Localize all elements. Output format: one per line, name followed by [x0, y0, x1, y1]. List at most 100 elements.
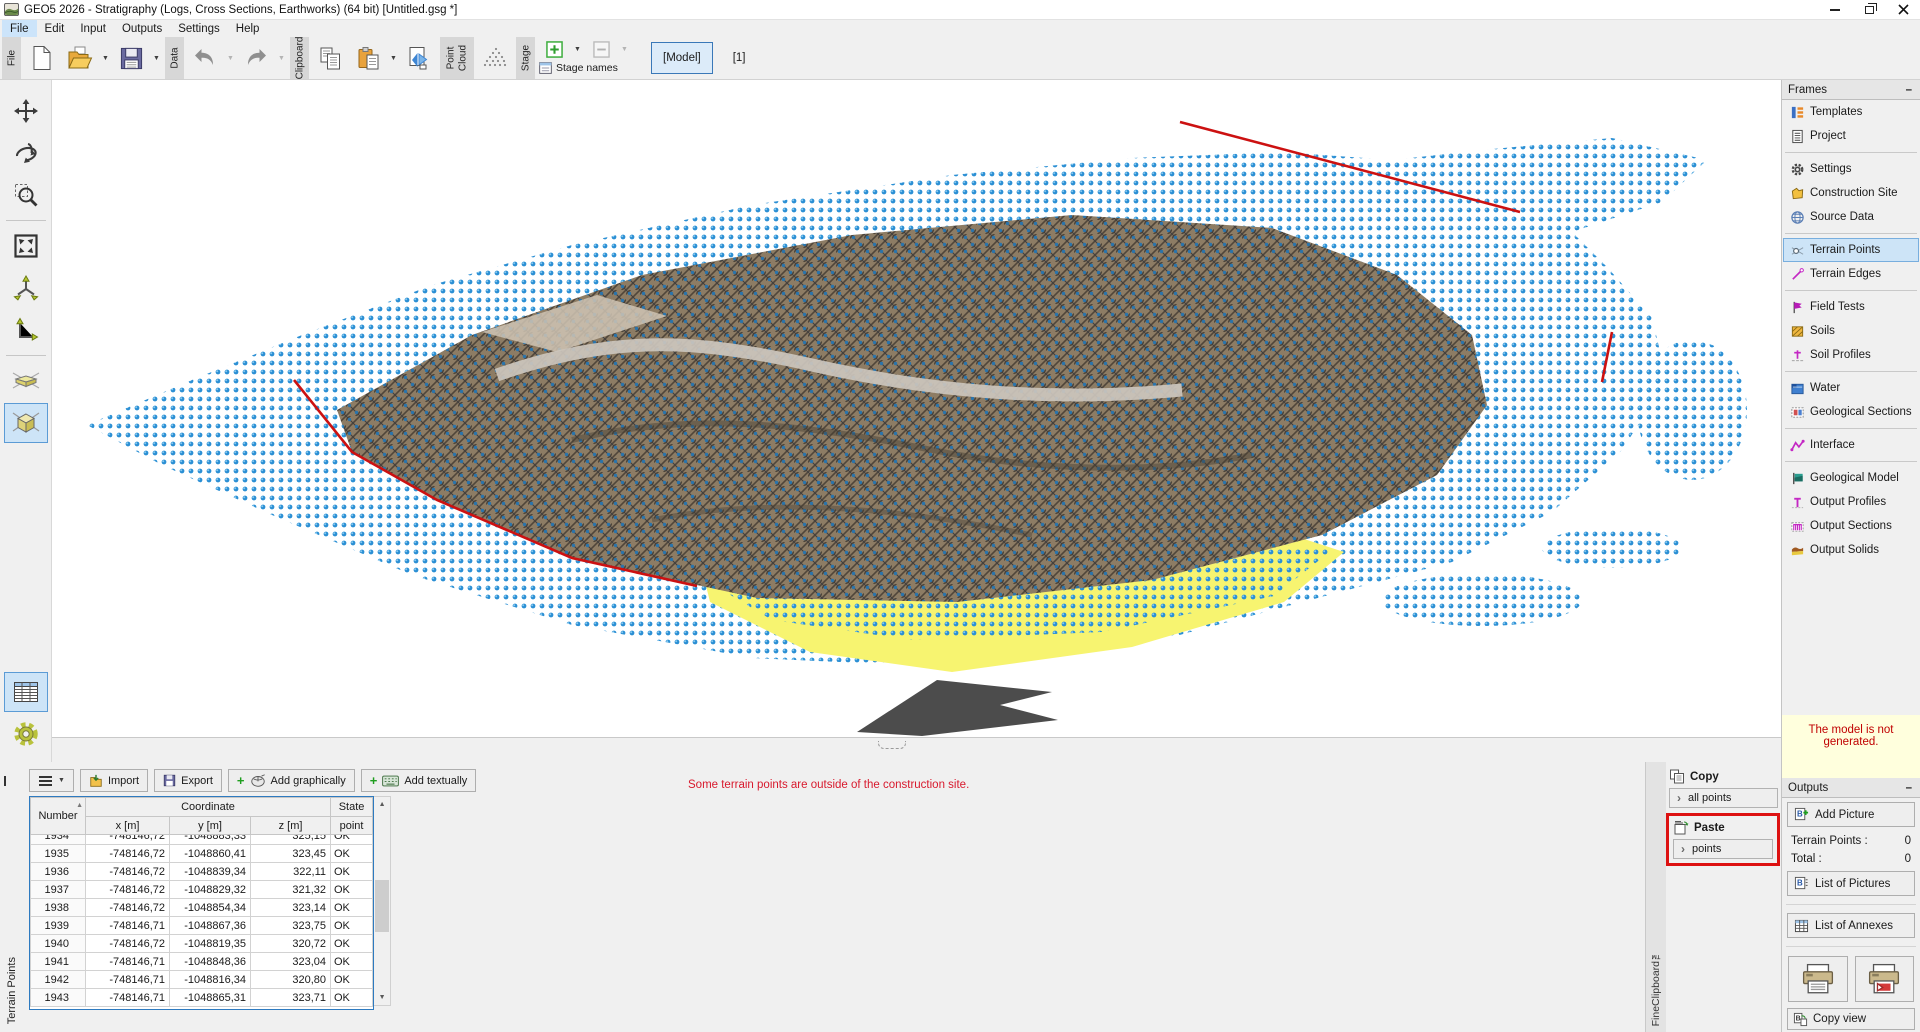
- frames-item-output-profiles[interactable]: Output Profiles: [1783, 490, 1919, 514]
- axes-3d-button[interactable]: [4, 268, 48, 308]
- table-row[interactable]: 1934 -748146,72 -1048883,33 325,15 OK: [31, 835, 373, 845]
- paste-dropdown[interactable]: ▼: [387, 37, 400, 79]
- scrollbar-thumb[interactable]: [375, 880, 389, 932]
- axes-2d-button[interactable]: [4, 310, 48, 350]
- list-of-annexes-button[interactable]: List of Annexes: [1787, 913, 1915, 938]
- menu-file[interactable]: File: [2, 20, 37, 37]
- table-row[interactable]: 1935 -748146,72 -1048860,41 323,45 OK: [31, 845, 373, 863]
- redo-dropdown[interactable]: ▼: [275, 37, 288, 79]
- paste-special-button[interactable]: [400, 37, 438, 79]
- panel-grip[interactable]: [4, 776, 6, 786]
- panel-minimize-icon[interactable]: –: [1906, 84, 1914, 96]
- frames-item-output-sections[interactable]: Output Sections: [1783, 514, 1919, 538]
- frames-item-soil-profiles[interactable]: Soil Profiles: [1783, 343, 1919, 367]
- axonometry-view-button[interactable]: [4, 403, 48, 443]
- add-picture-button[interactable]: B Add Picture: [1787, 802, 1915, 827]
- stage-names-toggle[interactable]: Stage names: [539, 59, 631, 77]
- add-graphically-button[interactable]: + Add graphically: [228, 769, 355, 792]
- table-row[interactable]: 1943 -748146,71 -1048865,31 323,71 OK: [31, 989, 373, 1007]
- table-row[interactable]: 1937 -748146,72 -1048829,32 321,32 OK: [31, 881, 373, 899]
- stage-1-tab[interactable]: [1]: [733, 52, 746, 64]
- pan-button[interactable]: [4, 91, 48, 131]
- add-stage-dropdown[interactable]: ▼: [571, 46, 584, 53]
- frames-item-geological-model[interactable]: Geological Model: [1783, 466, 1919, 490]
- frames-item-project[interactable]: Project: [1783, 124, 1919, 148]
- paste-button[interactable]: [349, 37, 387, 79]
- close-button[interactable]: [1886, 0, 1920, 19]
- frames-item-field-tests[interactable]: Field Tests: [1783, 295, 1919, 319]
- list-options-button[interactable]: ▼: [29, 769, 74, 792]
- horizontal-splitter[interactable]: [52, 737, 1781, 762]
- paste-points-button[interactable]: › points: [1673, 839, 1773, 859]
- table-row[interactable]: 1942 -748146,71 -1048816,34 320,80 OK: [31, 971, 373, 989]
- export-button[interactable]: Export: [154, 769, 222, 792]
- open-file-button[interactable]: [61, 37, 99, 79]
- scrollbar-track[interactable]: [374, 812, 390, 990]
- menu-edit[interactable]: Edit: [37, 20, 73, 37]
- terrain-points-count: Terrain Points : 0: [1782, 831, 1920, 849]
- frames-item-construction-site[interactable]: Construction Site: [1783, 181, 1919, 205]
- table-row[interactable]: 1939 -748146,71 -1048867,36 323,75 OK: [31, 917, 373, 935]
- frames-item-geological-sections[interactable]: Geological Sections: [1783, 400, 1919, 424]
- table-row[interactable]: 1941 -748146,71 -1048848,36 323,04 OK: [31, 953, 373, 971]
- copy-view-button[interactable]: B Copy view: [1787, 1008, 1915, 1030]
- column-header-number[interactable]: Number ▲: [31, 798, 86, 835]
- column-header-x[interactable]: x [m]: [86, 817, 170, 835]
- menu-settings[interactable]: Settings: [170, 20, 228, 37]
- frames-item-templates[interactable]: Templates: [1783, 100, 1919, 124]
- list-of-pictures-button[interactable]: B List of Pictures: [1787, 871, 1915, 896]
- print-button[interactable]: [1788, 956, 1848, 1002]
- perspective-view-button[interactable]: [4, 361, 48, 401]
- table-view-button[interactable]: [4, 672, 48, 712]
- save-dropdown[interactable]: ▼: [150, 37, 163, 79]
- column-header-y[interactable]: y [m]: [170, 817, 251, 835]
- menu-help[interactable]: Help: [228, 20, 268, 37]
- panel-minimize-icon[interactable]: –: [1906, 782, 1914, 794]
- column-header-point[interactable]: point: [331, 817, 373, 835]
- terrain-3d-viewport[interactable]: [52, 80, 1781, 737]
- minimize-button[interactable]: [1818, 0, 1852, 19]
- table-row[interactable]: 1938 -748146,72 -1048854,34 323,14 OK: [31, 899, 373, 917]
- frames-item-terrain-edges[interactable]: Terrain Edges: [1783, 262, 1919, 286]
- scroll-down-icon[interactable]: ▼: [379, 990, 386, 1005]
- project-icon: [1789, 128, 1805, 144]
- restore-button[interactable]: [1852, 0, 1886, 19]
- print-selection-button[interactable]: [1855, 956, 1915, 1002]
- remove-stage-dropdown[interactable]: ▼: [618, 46, 631, 53]
- table-row[interactable]: 1936 -748146,72 -1048839,34 322,11 OK: [31, 863, 373, 881]
- frames-item-terrain-points[interactable]: Terrain Points: [1783, 238, 1919, 262]
- column-header-state[interactable]: State: [331, 798, 373, 817]
- save-button[interactable]: [112, 37, 150, 79]
- frames-item-soils[interactable]: Soils: [1783, 319, 1919, 343]
- scroll-up-icon[interactable]: ▲: [379, 797, 386, 812]
- menu-input[interactable]: Input: [72, 20, 114, 37]
- point-cloud-button[interactable]: [476, 37, 514, 79]
- zoom-window-button[interactable]: [4, 175, 48, 215]
- undo-button[interactable]: [186, 37, 224, 79]
- undo-dropdown[interactable]: ▼: [224, 37, 237, 79]
- new-file-button[interactable]: [23, 37, 61, 79]
- add-textually-button[interactable]: + Add textually: [361, 769, 477, 792]
- frames-item-interface[interactable]: Interface: [1783, 433, 1919, 457]
- copy-button[interactable]: [311, 37, 349, 79]
- rotate-button[interactable]: [4, 133, 48, 173]
- column-header-coordinate[interactable]: Coordinate: [86, 798, 331, 817]
- import-button[interactable]: Import: [80, 769, 148, 792]
- open-dropdown[interactable]: ▼: [99, 37, 112, 79]
- zoom-fit-button[interactable]: [4, 226, 48, 266]
- copy-all-points-button[interactable]: › all points: [1669, 788, 1778, 808]
- frames-item-output-solids[interactable]: Output Solids: [1783, 538, 1919, 562]
- menu-outputs[interactable]: Outputs: [114, 20, 170, 37]
- redo-button[interactable]: [237, 37, 275, 79]
- table-scrollbar[interactable]: ▲ ▼: [374, 796, 391, 1006]
- frames-item-water[interactable]: Water: [1783, 376, 1919, 400]
- frames-item-source-data[interactable]: Source Data: [1783, 205, 1919, 229]
- splitter-collapse-handle[interactable]: [878, 741, 906, 749]
- frames-item-settings[interactable]: Settings: [1783, 157, 1919, 181]
- column-header-z[interactable]: z [m]: [251, 817, 331, 835]
- view-settings-button[interactable]: [4, 714, 48, 754]
- add-stage-button[interactable]: [539, 41, 569, 58]
- model-tab[interactable]: [Model]: [651, 42, 713, 74]
- remove-stage-button[interactable]: [586, 41, 616, 58]
- table-row[interactable]: 1940 -748146,72 -1048819,35 320,72 OK: [31, 935, 373, 953]
